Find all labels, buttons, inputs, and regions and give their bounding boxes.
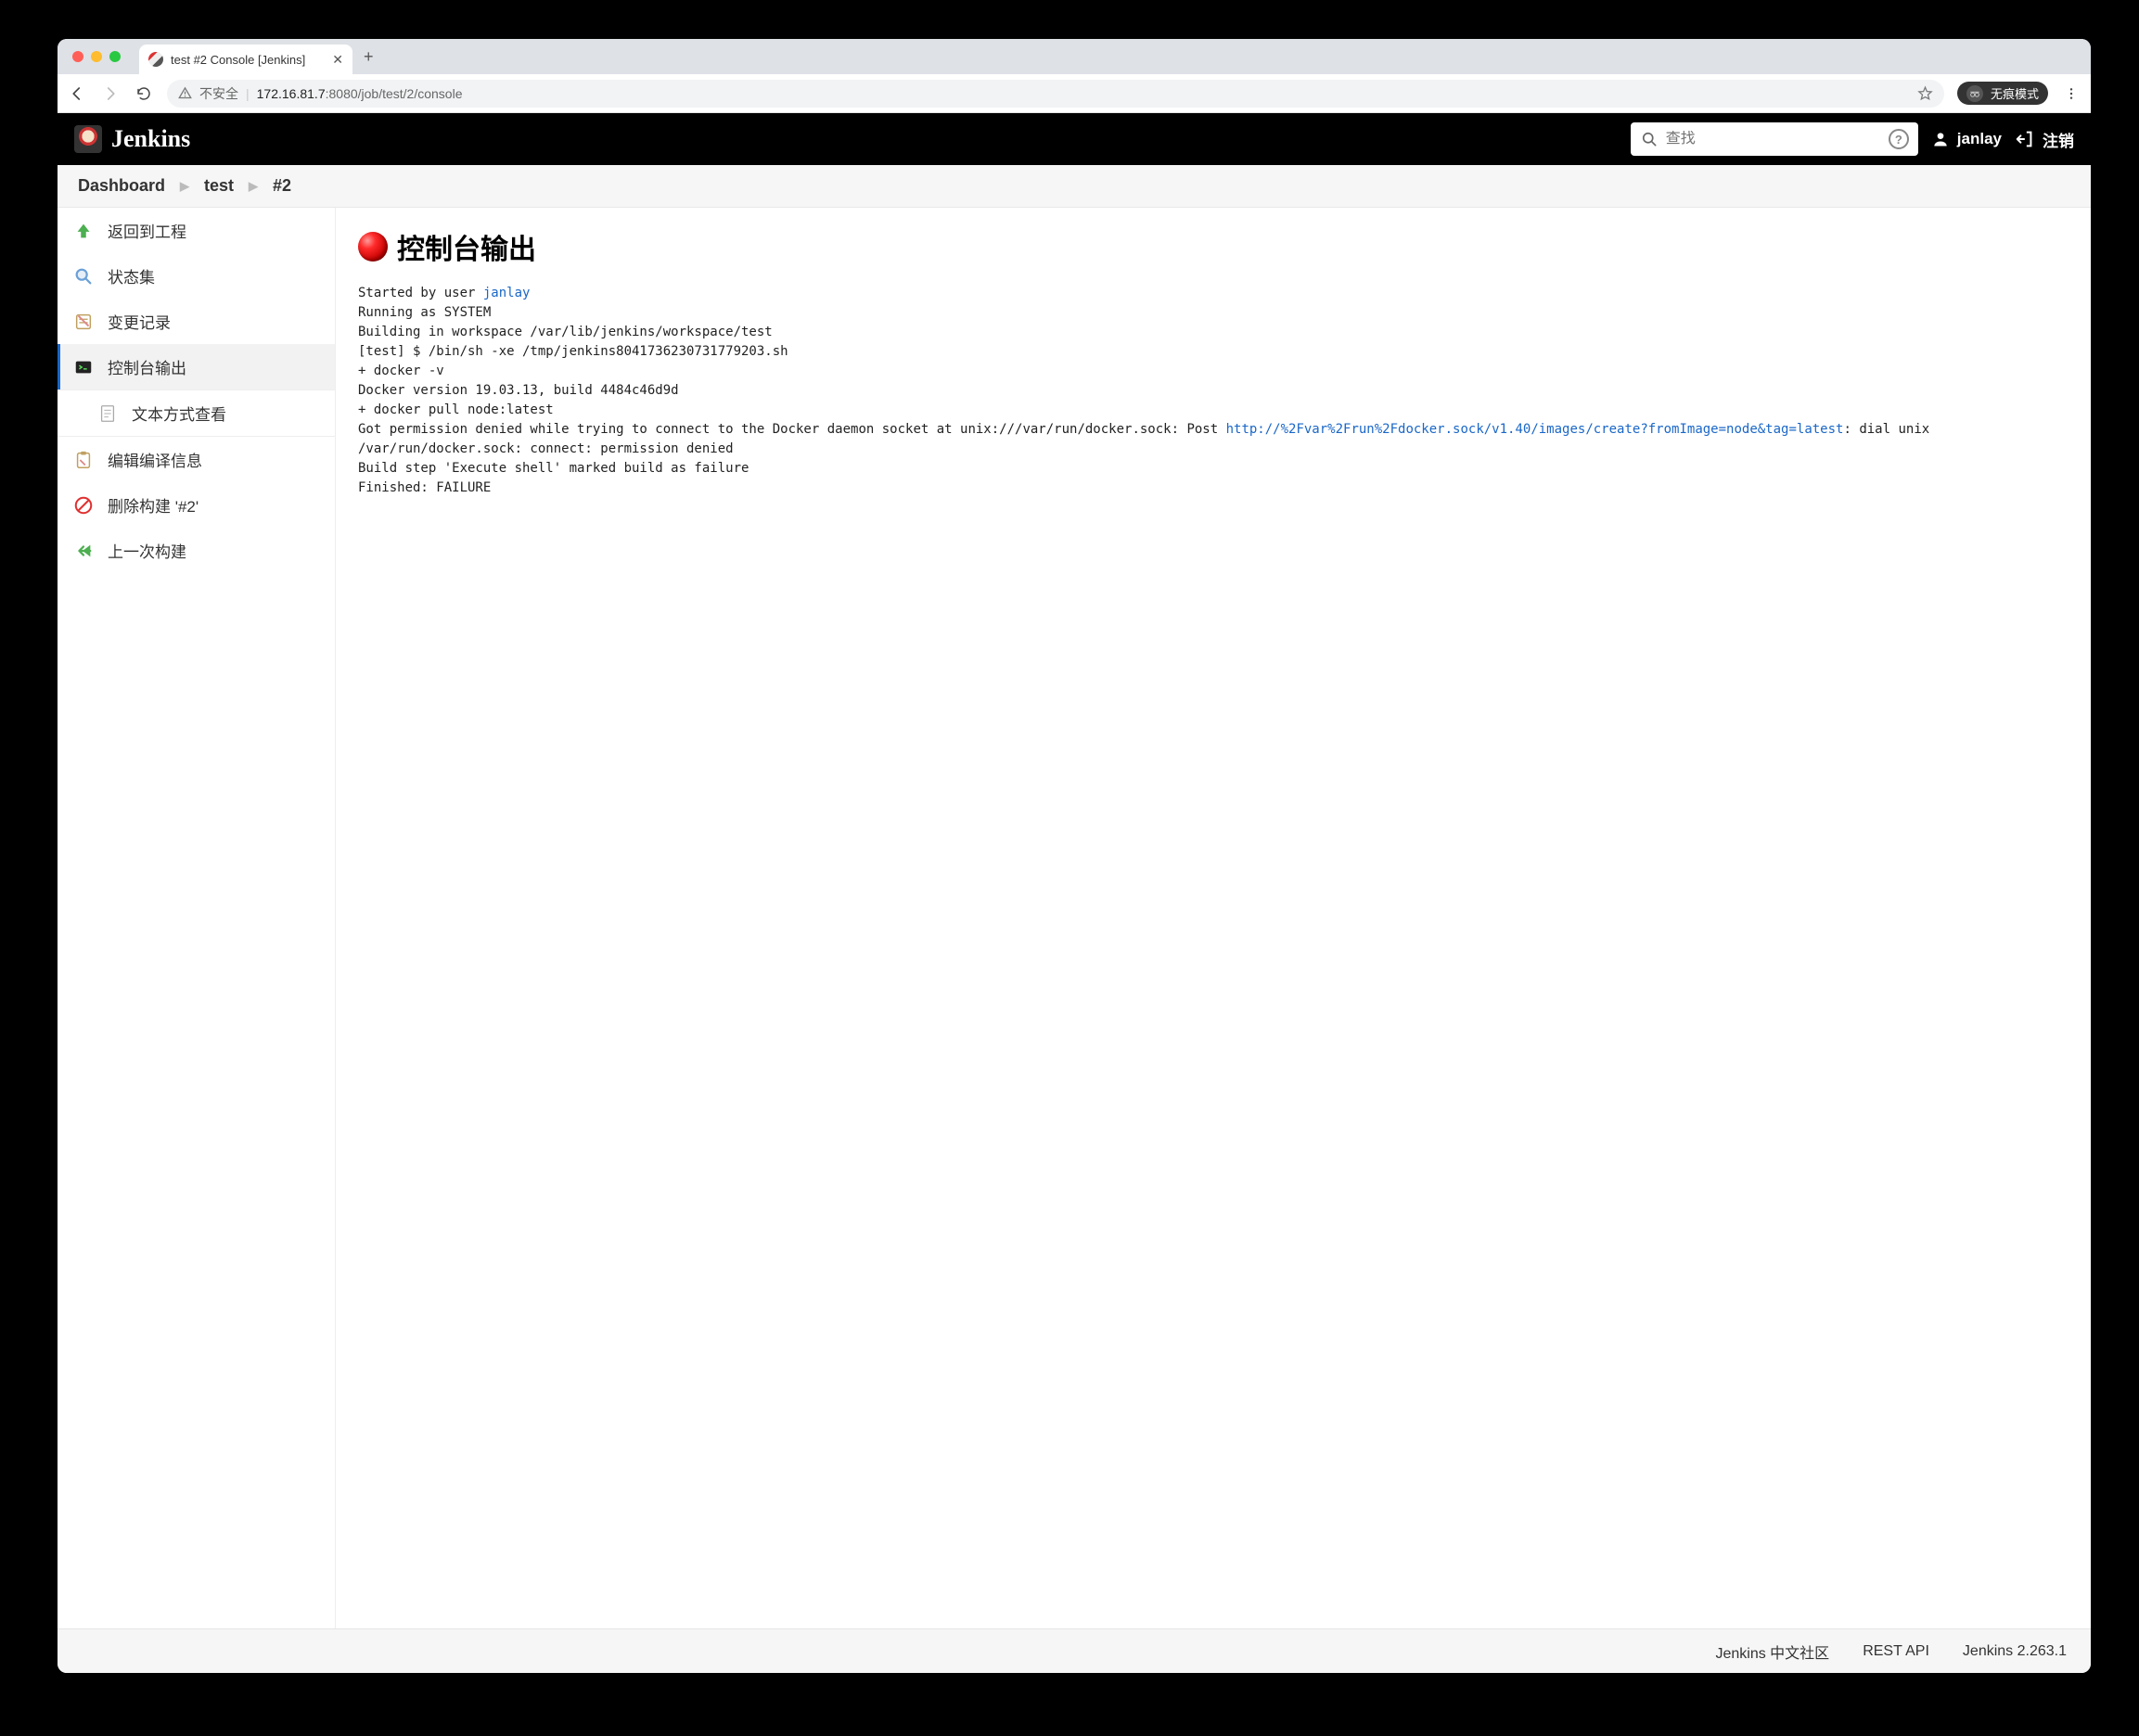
user-menu[interactable]: janlay <box>1931 130 2002 148</box>
browser-menu-button[interactable] <box>2061 83 2081 104</box>
incognito-label: 无痕模式 <box>1991 84 2039 102</box>
page-title-text: 控制台输出 <box>397 226 536 267</box>
console-user-link[interactable]: janlay <box>483 286 531 300</box>
sidebar: 返回到工程状态集变更记录控制台输出文本方式查看编辑编译信息删除构建 '#2' 上一… <box>58 208 336 1628</box>
sidebar-item-forbid[interactable]: 删除构建 '#2' <box>58 482 335 528</box>
sidebar-item-label: 变更记录 <box>108 310 171 333</box>
breadcrumb-item[interactable]: test <box>204 176 234 196</box>
sidebar-item-up-arrow[interactable]: 返回到工程 <box>58 208 335 253</box>
jenkins-favicon-icon <box>148 52 163 67</box>
breadcrumb-item[interactable]: #2 <box>273 176 291 196</box>
footer-version: Jenkins 2.263.1 <box>1963 1643 2067 1660</box>
footer-restapi-link[interactable]: REST API <box>1863 1643 1929 1660</box>
incognito-badge[interactable]: 无痕模式 <box>1957 82 2048 105</box>
sidebar-item-clipboard[interactable]: 编辑编译信息 <box>58 437 335 482</box>
sidebar-item-left-arrow[interactable]: 上一次构建 <box>58 528 335 573</box>
nav-bar: 不安全 | 172.16.81.7:8080/job/test/2/consol… <box>58 74 2091 113</box>
terminal-icon <box>72 356 95 378</box>
browser-tab[interactable]: test #2 Console [Jenkins] ✕ <box>139 45 352 74</box>
sidebar-item-label: 编辑编译信息 <box>108 448 202 471</box>
breadcrumb-item[interactable]: Dashboard <box>78 176 165 196</box>
sidebar-item-terminal[interactable]: 控制台输出 <box>58 344 335 389</box>
sidebar-item-label: 删除构建 '#2' <box>108 493 199 517</box>
console-output: Started by user janlay Running as SYSTEM… <box>358 284 2069 498</box>
jenkins-logo-text: Jenkins <box>111 125 190 153</box>
logout-button[interactable]: 注销 <box>2015 128 2074 151</box>
close-window-button[interactable] <box>72 51 83 62</box>
jenkins-logo[interactable]: Jenkins <box>74 125 190 153</box>
help-icon[interactable]: ? <box>1889 129 1909 149</box>
chevron-right-icon: ▶ <box>249 179 258 194</box>
console-text: Started by user <box>358 286 483 300</box>
left-arrow-icon <box>72 540 95 562</box>
clipboard-icon <box>72 449 95 471</box>
search-box[interactable]: ? <box>1631 122 1918 156</box>
forbid-icon <box>72 494 95 517</box>
minimize-window-button[interactable] <box>91 51 102 62</box>
magnifier-icon <box>72 265 95 287</box>
user-icon <box>1931 130 1950 148</box>
sidebar-item-notepad[interactable]: 变更记录 <box>58 299 335 344</box>
address-bar[interactable]: 不安全 | 172.16.81.7:8080/job/test/2/consol… <box>167 80 1944 108</box>
back-button[interactable] <box>67 83 87 104</box>
breadcrumb: Dashboard ▶ test ▶ #2 <box>58 165 2091 208</box>
bookmark-star-icon[interactable] <box>1917 85 1933 101</box>
jenkins-header: Jenkins ? janlay 注销 <box>58 113 2091 165</box>
notepad-icon <box>72 311 95 333</box>
content: 返回到工程状态集变更记录控制台输出文本方式查看编辑编译信息删除构建 '#2'上一… <box>58 208 2091 1628</box>
sidebar-item-label: 上一次构建 <box>108 539 186 562</box>
username-label: janlay <box>1957 130 2002 148</box>
logout-label: 注销 <box>2043 128 2074 151</box>
tab-title: test #2 Console [Jenkins] <box>171 53 305 67</box>
build-status-red-icon <box>358 232 388 262</box>
tab-bar: test #2 Console [Jenkins] ✕ + <box>58 39 2091 74</box>
chevron-right-icon: ▶ <box>180 179 189 194</box>
logout-icon <box>2015 129 2035 149</box>
close-tab-button[interactable]: ✕ <box>332 52 343 68</box>
new-tab-button[interactable]: + <box>364 47 374 67</box>
secure-label: 不安全 <box>199 84 238 103</box>
not-secure-icon <box>178 86 192 100</box>
window-controls <box>63 51 130 62</box>
document-icon <box>96 402 119 425</box>
console-text: Running as SYSTEM Building in workspace … <box>358 305 1226 437</box>
search-input[interactable] <box>1666 131 1881 147</box>
search-icon <box>1640 130 1659 148</box>
browser-window: test #2 Console [Jenkins] ✕ + 不安全 | 172.… <box>58 39 2091 1673</box>
sidebar-item-label: 返回到工程 <box>108 219 186 242</box>
main-panel: 控制台输出 Started by user janlay Running as … <box>336 208 2091 1628</box>
console-url-link[interactable]: http://%2Fvar%2Frun%2Fdocker.sock/v1.40/… <box>1226 422 1844 437</box>
address-text: 172.16.81.7:8080/job/test/2/console <box>257 86 463 101</box>
footer: Jenkins 中文社区 REST API Jenkins 2.263.1 <box>58 1628 2091 1673</box>
sidebar-item-label: 控制台输出 <box>108 355 186 378</box>
sidebar-item-label: 状态集 <box>108 264 155 287</box>
jenkins-logo-icon <box>74 125 102 153</box>
footer-community-link[interactable]: Jenkins 中文社区 <box>1715 1640 1829 1663</box>
forward-button[interactable] <box>100 83 121 104</box>
sidebar-item-magnifier[interactable]: 状态集 <box>58 253 335 299</box>
page-title: 控制台输出 <box>358 226 2069 267</box>
up-arrow-icon <box>72 220 95 242</box>
sidebar-item-label: 文本方式查看 <box>132 402 226 425</box>
reload-button[interactable] <box>134 83 154 104</box>
maximize-window-button[interactable] <box>109 51 121 62</box>
sidebar-item-document[interactable]: 文本方式查看 <box>58 389 335 437</box>
incognito-icon <box>1966 85 1983 102</box>
